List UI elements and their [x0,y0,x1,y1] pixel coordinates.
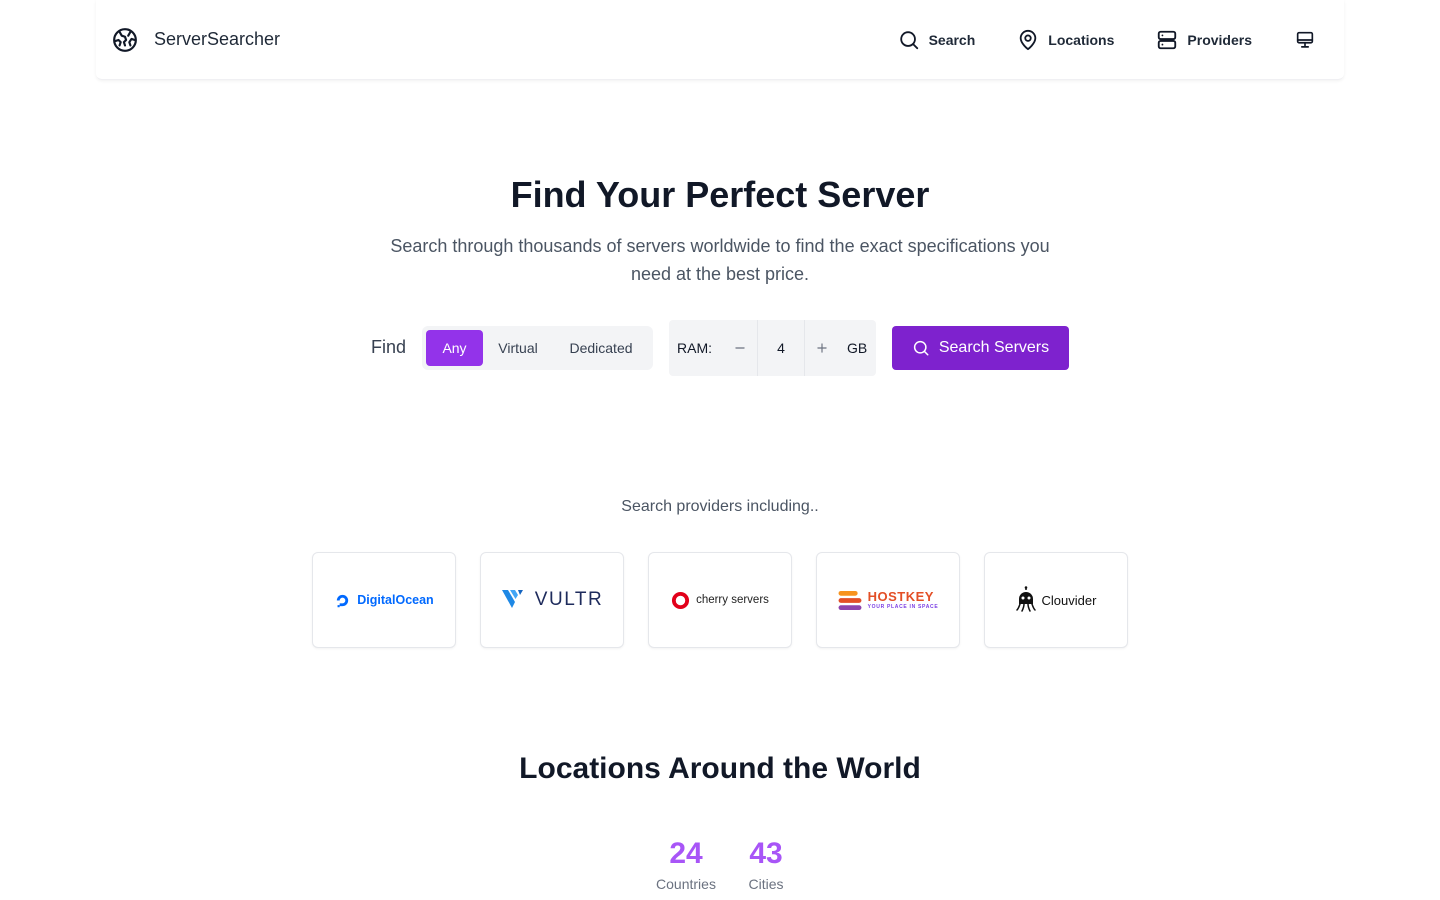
search-icon [899,30,918,49]
stat-countries: 24 Countries [650,836,722,892]
provider-name: cherry servers [696,594,769,606]
search-servers-button[interactable]: Search Servers [892,326,1069,370]
ram-decrement-button[interactable] [723,320,757,376]
hero-subtitle: Search through thousands of servers worl… [390,236,1050,284]
stat-value: 24 [669,837,703,870]
server-type-toggle: Any Virtual Dedicated [422,326,653,370]
vultr-logo: VULTR [501,588,603,612]
digitalocean-logo: DigitalOcean [334,592,434,609]
hero-title: Find Your Perfect Server [510,174,930,215]
type-dedicated-button[interactable]: Dedicated [553,330,649,366]
brand-link[interactable]: ServerSearcher [112,27,280,53]
nav-search-label: Search [928,31,976,48]
ram-input[interactable] [757,320,805,376]
plus-icon [817,343,827,353]
stat-cities: 43 Cities [740,836,792,892]
site-header: ServerSearcher Search Locations Provider… [96,0,1344,80]
provider-name: HOSTKEY [867,589,934,604]
main-nav: Search Locations Providers [898,29,1316,51]
ram-stepper: RAM: GB [669,320,876,376]
hostkey-icon [838,590,862,610]
nav-search[interactable]: Search [898,29,976,51]
find-label: Find [371,337,407,357]
provider-card-clouvider[interactable]: Clouvider [984,552,1128,648]
server-icon [1158,30,1177,49]
ram-unit: GB [847,340,868,356]
nav-providers[interactable]: Providers [1156,29,1252,51]
theme-toggle-button[interactable] [1294,29,1316,51]
minus-icon [735,347,745,349]
vultr-icon [501,590,523,608]
clouvider-logo: Clouvider [1015,586,1097,614]
brand-name: ServerSearcher [154,29,281,49]
nav-locations[interactable]: Locations [1017,29,1114,51]
monitor-icon [1296,31,1314,48]
locations-title: Locations Around the World [519,752,921,785]
globe-logo-icon [112,27,138,53]
search-servers-label: Search Servers [938,339,1050,356]
nav-providers-label: Providers [1187,31,1252,48]
octopus-icon [1015,586,1036,612]
provider-card-hostkey[interactable]: HOSTKEY YOUR PLACE IN SPACE [816,552,960,648]
hostkey-logo: HOSTKEY YOUR PLACE IN SPACE [838,590,939,611]
provider-card-digitalocean[interactable]: DigitalOcean [312,552,456,648]
provider-tagline: YOUR PLACE IN SPACE [867,604,939,610]
provider-name: VULTR [534,589,604,610]
nav-locations-label: Locations [1048,31,1115,48]
stat-label: Cities [748,876,784,892]
provider-card-cherry-servers[interactable]: cherry servers [648,552,792,648]
digitalocean-icon [337,594,349,607]
stat-label: Countries [656,876,716,892]
provider-name: Clouvider [1041,592,1097,608]
provider-name: DigitalOcean [357,593,434,607]
cherry-servers-logo: cherry servers [671,591,769,610]
ram-increment-button[interactable] [805,320,839,376]
type-virtual-button[interactable]: Virtual [483,330,553,366]
stat-value: 43 [749,837,783,870]
type-any-button[interactable]: Any [426,330,483,366]
provider-card-vultr[interactable]: VULTR [480,552,624,648]
providers-label: Search providers including.. [621,498,819,515]
search-icon [913,340,929,356]
cherry-icon [672,591,690,609]
map-pin-icon [1020,29,1037,50]
ram-label: RAM: [677,340,712,356]
